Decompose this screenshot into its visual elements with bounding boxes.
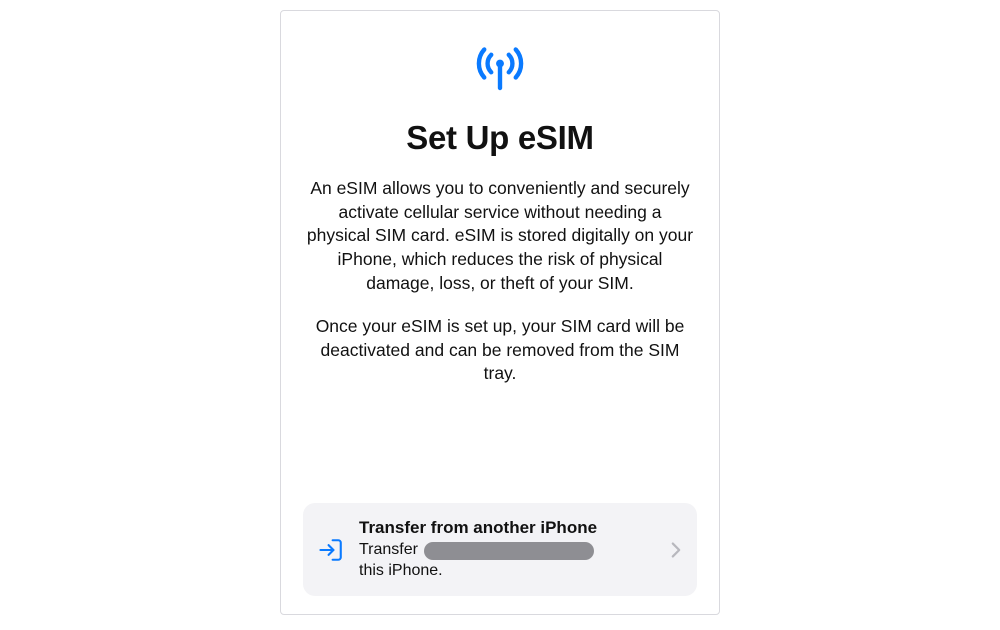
transfer-subtitle-suffix: this iPhone. xyxy=(359,562,443,579)
intro-paragraph-2: Once your eSIM is set up, your SIM card … xyxy=(305,315,695,386)
transfer-option-text: Transfer from another iPhone Transfer th… xyxy=(359,517,661,582)
transfer-option-title: Transfer from another iPhone xyxy=(359,517,661,538)
cellular-antenna-icon xyxy=(472,39,528,95)
transfer-in-icon xyxy=(315,534,347,566)
chevron-right-icon xyxy=(667,541,685,559)
esim-setup-card: Set Up eSIM An eSIM allows you to conven… xyxy=(280,10,720,615)
intro-paragraph-1: An eSIM allows you to conveniently and s… xyxy=(305,177,695,295)
transfer-option-subtitle: Transfer this iPhone. xyxy=(359,540,661,582)
page-title: Set Up eSIM xyxy=(406,119,593,157)
transfer-from-another-iphone-option[interactable]: Transfer from another iPhone Transfer th… xyxy=(303,503,697,596)
redacted-phone-number xyxy=(424,542,594,560)
transfer-subtitle-prefix: Transfer xyxy=(359,540,418,561)
